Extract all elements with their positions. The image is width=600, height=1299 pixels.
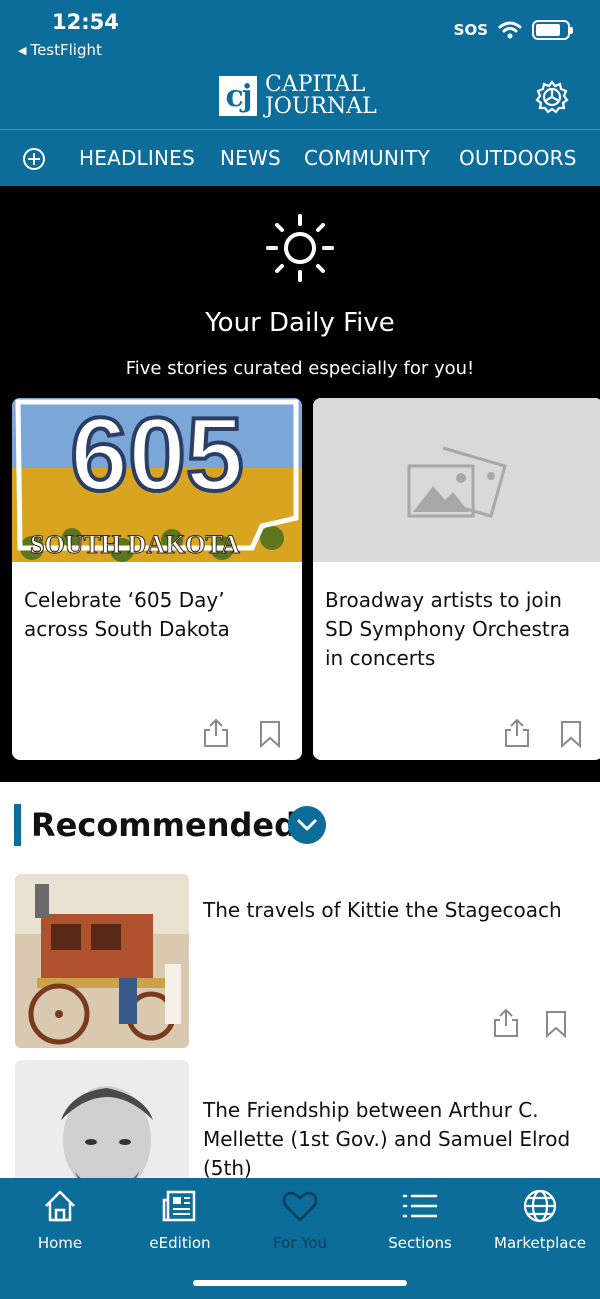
section-nav: HEADLINES NEWS COMMUNITY OUTDOORS	[0, 129, 600, 186]
daily-five-subtitle: Five stories curated especially for you!	[125, 358, 475, 379]
home-icon	[45, 1190, 75, 1222]
section-accent-bar	[14, 804, 21, 846]
back-to-testflight[interactable]: ◀ TestFlight	[18, 41, 102, 59]
tab-label: Marketplace	[494, 1234, 586, 1252]
tab-for-you[interactable]: For You	[240, 1186, 360, 1256]
tab-label: Home	[37, 1234, 83, 1252]
logo-line-1: CAPITAL	[265, 72, 366, 97]
story-title[interactable]: Broadway artists to join SD Symphony Orc…	[325, 586, 593, 673]
share-icon[interactable]	[202, 718, 230, 748]
newspaper-icon	[162, 1190, 196, 1222]
share-icon[interactable]	[492, 1008, 520, 1038]
tab-home[interactable]: Home	[0, 1186, 120, 1256]
story-card[interactable]: 605 SOUTH DAKOTA Celebrate ‘605 Day’ acr…	[12, 398, 302, 760]
globe-icon	[523, 1189, 557, 1223]
bookmark-icon[interactable]	[259, 720, 281, 748]
wifi-icon	[498, 21, 522, 39]
tab-news[interactable]: NEWS	[220, 146, 281, 170]
stagecoach-photo	[15, 874, 189, 1048]
logo-text: CAPITAL JOURNAL	[265, 74, 377, 118]
sun-icon	[266, 214, 334, 282]
plus-circle-icon[interactable]	[22, 147, 46, 171]
tab-headlines[interactable]: HEADLINES	[79, 146, 195, 170]
placeholder-image-icon	[313, 398, 600, 562]
tab-label: For You	[272, 1234, 328, 1252]
home-indicator[interactable]	[193, 1280, 407, 1286]
carrier-label: SOS	[453, 20, 488, 39]
tab-outdoors[interactable]: OUTDOORS	[459, 146, 577, 170]
heart-icon	[282, 1191, 318, 1222]
bookmark-icon[interactable]	[545, 1010, 567, 1038]
tab-sections[interactable]: Sections	[360, 1186, 480, 1256]
daily-five-title: Your Daily Five	[205, 308, 395, 338]
605-south-dakota-image: 605 SOUTH DAKOTA	[12, 398, 302, 562]
bookmark-icon[interactable]	[560, 720, 582, 748]
status-indicators: SOS	[453, 20, 573, 40]
story-title[interactable]: Celebrate ‘605 Day’ across South Dakota	[24, 586, 292, 644]
status-time: 12:54	[52, 10, 119, 34]
logo-mark: cj	[219, 76, 257, 116]
story-card[interactable]: Broadway artists to join SD Symphony Orc…	[313, 398, 600, 760]
tab-eedition[interactable]: eEdition	[120, 1186, 240, 1256]
capital-journal-logo: cj CAPITAL JOURNAL	[219, 74, 377, 118]
list-item[interactable]: The Friendship between Arthur C. Mellett…	[0, 1060, 600, 1178]
back-triangle-icon: ◀	[18, 43, 27, 57]
share-icon[interactable]	[503, 718, 531, 748]
tab-label: Sections	[388, 1234, 452, 1252]
battery-icon	[532, 20, 573, 40]
recommended-item-title[interactable]: The travels of Kittie the Stagecoach	[203, 896, 583, 925]
recommended-header: Recommended	[14, 804, 297, 846]
tab-label: eEdition	[149, 1234, 211, 1252]
daily-five-section: Your Daily Five Five stories curated esp…	[0, 186, 600, 782]
recommended-title: Recommended	[31, 806, 297, 844]
tab-community[interactable]: COMMUNITY	[304, 146, 430, 170]
logo-line-2: JOURNAL	[265, 94, 377, 119]
svg-text:SOUTH DAKOTA: SOUTH DAKOTA	[30, 530, 240, 559]
svg-text:605: 605	[70, 398, 244, 513]
recommended-item-title[interactable]: The Friendship between Arthur C. Mellett…	[203, 1096, 583, 1178]
app-screen: 12:54 ◀ TestFlight SOS cj CAPITAL JOURNA…	[0, 0, 600, 1299]
gear-icon[interactable]	[534, 79, 570, 115]
chevron-down-icon[interactable]	[288, 806, 326, 844]
list-icon	[402, 1194, 438, 1218]
back-label: TestFlight	[30, 41, 102, 59]
list-item[interactable]: The travels of Kittie the Stagecoach	[0, 874, 600, 1050]
tab-marketplace[interactable]: Marketplace	[480, 1186, 600, 1256]
portrait-photo	[15, 1060, 189, 1178]
app-header: 12:54 ◀ TestFlight SOS cj CAPITAL JOURNA…	[0, 0, 600, 186]
